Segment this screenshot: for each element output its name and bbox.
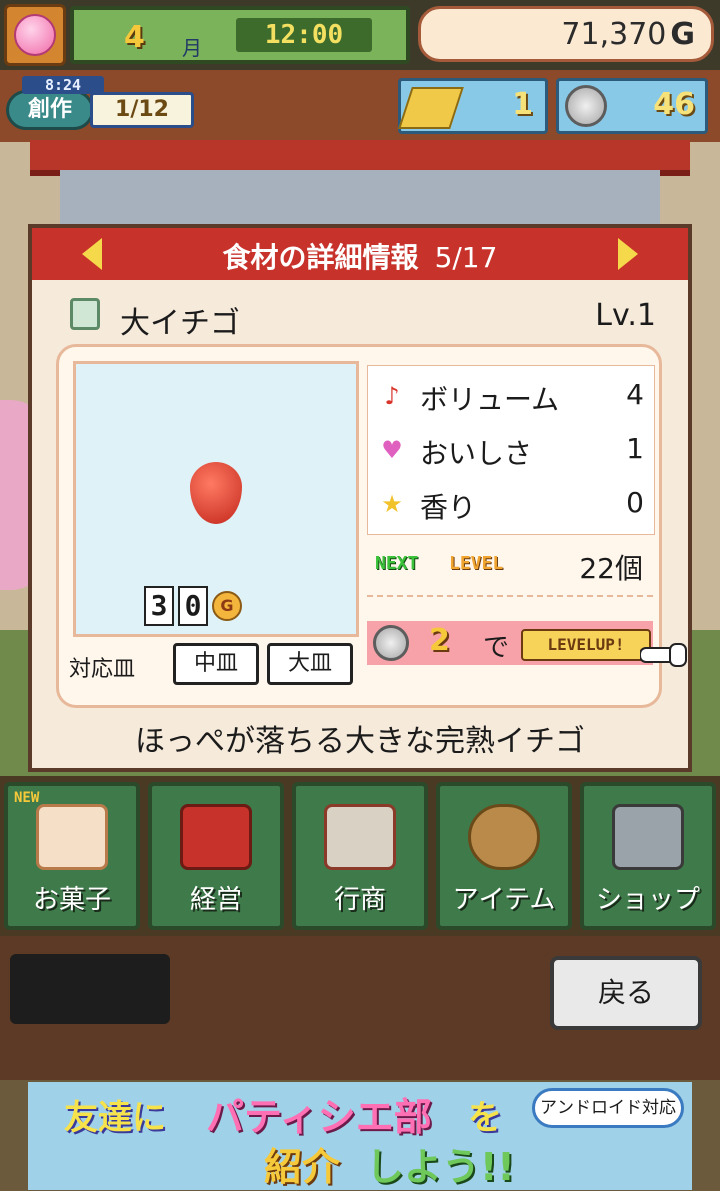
stat-value: 1 — [626, 432, 644, 465]
ingredient-type-icon — [70, 298, 100, 330]
medal-count: 46 — [653, 87, 695, 122]
stat-row-taste: ♥ おいしさ 1 — [368, 424, 654, 476]
ingredient-price: 30G — [144, 586, 242, 626]
money-panel: 71,370 G — [418, 6, 714, 62]
next-level-row: NEXT LEVEL 22個 — [367, 547, 653, 587]
creation-count: 1/12 — [115, 97, 169, 122]
star-icon: ★ — [381, 490, 403, 518]
food-truck-icon — [324, 804, 396, 870]
ad-banner[interactable]: 友達に パティシエ部 を 紹介 しよう!! アンドロイド対応 — [28, 1082, 692, 1190]
ingredient-level: Lv.1 — [595, 298, 656, 333]
ingredient-info-panel: 30G 対応皿 中皿 大皿 ♪ ボリューム 4 ♥ おいしさ 1 ★ 香り 0 — [56, 344, 662, 708]
music-note-icon: ♪ — [384, 382, 400, 410]
dialog-title-text: 食材の詳細情報 — [222, 241, 419, 274]
money-unit: G — [670, 17, 695, 52]
time-panel: 12:00 — [236, 18, 372, 52]
cherry-blossom-icon — [14, 14, 56, 56]
pointing-hand-icon — [640, 643, 687, 667]
nav-peddling-button[interactable]: 行商 — [292, 782, 428, 930]
levelup-button[interactable]: LEVELUP! — [521, 629, 651, 661]
medal-counter[interactable]: 46 — [556, 78, 708, 134]
ad-text: 友達に — [64, 1098, 166, 1138]
new-badge: NEW — [14, 790, 40, 806]
ad-text: しよう!! — [366, 1145, 515, 1189]
nav-sweets-button[interactable]: NEW お菓子 — [4, 782, 140, 930]
gold-bar-icon — [398, 87, 464, 129]
ingredient-name: 大イチゴ — [120, 306, 240, 341]
gold-coin-icon: G — [212, 591, 242, 621]
message-box — [10, 954, 170, 1024]
stat-value: 0 — [626, 486, 644, 519]
cake-icon — [36, 804, 108, 870]
nav-label: お菓子 — [32, 885, 111, 915]
price-digit: 3 — [144, 586, 174, 626]
gold-bar-count: 1 — [512, 87, 533, 122]
nav-management-button[interactable]: 経営 — [148, 782, 284, 930]
clock-time: 12:00 — [264, 20, 344, 50]
dialog-page-indicator: 5/17 — [434, 241, 498, 274]
ingredient-stats: ♪ ボリューム 4 ♥ おいしさ 1 ★ 香り 0 — [367, 365, 655, 535]
ad-text: パティシエ部 — [206, 1095, 432, 1139]
level-badge: LEVEL — [449, 553, 504, 574]
plate-medium-tag: 中皿 — [173, 643, 259, 685]
stat-label: ボリューム — [420, 383, 560, 416]
money-amount: 71,370 G — [561, 17, 695, 52]
message-area: 戻る — [0, 936, 720, 1080]
plate-large-tag: 大皿 — [267, 643, 353, 685]
prev-arrow-icon[interactable] — [82, 238, 102, 270]
ad-text: を — [468, 1098, 502, 1138]
medal-icon — [565, 85, 607, 127]
levelup-particle: で — [483, 633, 510, 663]
gear-and-sack-icon — [468, 804, 540, 870]
nav-label: アイテム — [452, 885, 556, 915]
ingredient-detail-dialog: 食材の詳細情報 5/17 大イチゴ Lv.1 30G 対応皿 中皿 大皿 ♪ ボリ… — [28, 224, 692, 772]
plates-label: 対応皿 — [69, 657, 136, 682]
stat-value: 4 — [626, 378, 644, 411]
shop-building-icon — [180, 804, 252, 870]
stat-label: 香り — [420, 491, 477, 524]
nav-shop-button[interactable]: ショップ — [580, 782, 716, 930]
nav-label: 経営 — [189, 885, 242, 915]
next-arrow-icon[interactable] — [618, 238, 638, 270]
nav-label: 行商 — [333, 885, 386, 915]
stat-row-volume: ♪ ボリューム 4 — [368, 370, 654, 422]
ingredient-description: ほっぺが落ちる大きな完熟イチゴ — [135, 724, 585, 759]
divider — [367, 595, 653, 597]
next-badge: NEXT — [375, 553, 419, 574]
back-button[interactable]: 戻る — [550, 956, 702, 1030]
stat-label: おいしさ — [420, 437, 533, 470]
money-value: 71,370 — [561, 17, 667, 52]
creation-status[interactable]: 創作 8:24 1/12 — [6, 76, 194, 132]
nav-items-button[interactable]: アイテム — [436, 782, 572, 930]
strawberry-icon — [190, 462, 242, 524]
medal-icon — [373, 625, 409, 661]
date-panel: 4 月 12:00 — [70, 6, 410, 64]
shopping-cart-icon — [612, 804, 684, 870]
levelup-row[interactable]: 2 で LEVELUP! — [367, 621, 653, 665]
ad-text: 紹介 — [264, 1145, 341, 1189]
price-digit: 0 — [178, 586, 208, 626]
stat-row-aroma: ★ 香り 0 — [368, 478, 654, 530]
creation-label: 創作 — [6, 90, 94, 130]
ingredient-image-frame: 30G — [73, 361, 359, 637]
creation-count-panel: 1/12 — [90, 92, 194, 128]
android-badge: アンドロイド対応 — [532, 1088, 684, 1128]
next-level-count: 22個 — [579, 552, 643, 585]
dialog-title: 食材の詳細情報 5/17 — [32, 236, 688, 276]
season-flower-button[interactable] — [4, 4, 66, 66]
bottom-nav: NEW お菓子 経営 行商 アイテム ショップ — [0, 776, 720, 936]
heart-icon: ♥ — [381, 436, 403, 464]
month-label: 月 — [182, 36, 202, 60]
levelup-cost: 2 — [429, 623, 450, 658]
gold-bar-counter[interactable]: 1 — [398, 78, 548, 134]
dialog-header: 食材の詳細情報 5/17 — [32, 228, 688, 280]
month-number: 4 — [124, 20, 145, 55]
nav-label: ショップ — [595, 885, 700, 915]
